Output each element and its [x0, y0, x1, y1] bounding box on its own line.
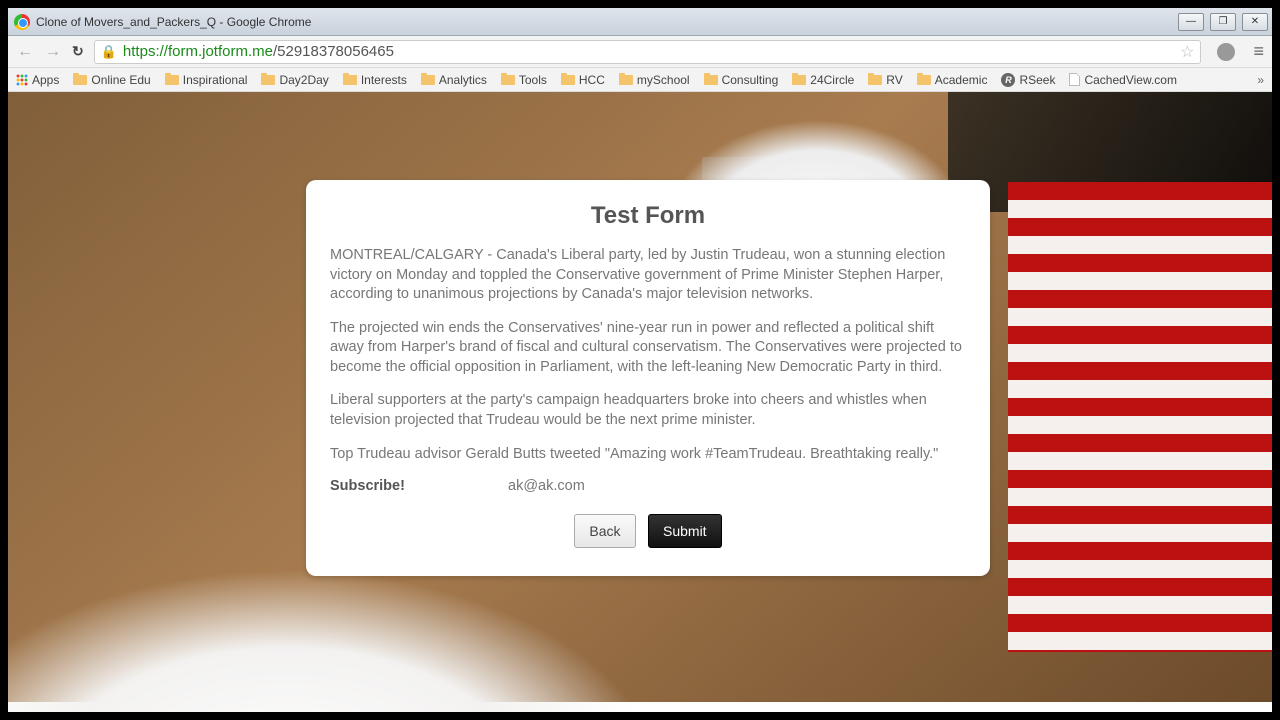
- folder-icon: [165, 75, 179, 85]
- bookmark-24circle[interactable]: 24Circle: [792, 73, 854, 87]
- extension-icon[interactable]: [1217, 43, 1235, 61]
- window-title-bar: Clone of Movers_and_Packers_Q - Google C…: [8, 8, 1272, 36]
- nav-bar: ← → ↻ 🔒 https ://form.jotform.me /529183…: [8, 36, 1272, 68]
- page-icon: [1069, 73, 1080, 86]
- bookmark-hcc[interactable]: HCC: [561, 73, 605, 87]
- bookmark-online-edu[interactable]: Online Edu: [73, 73, 150, 87]
- bookmark-rv[interactable]: RV: [868, 73, 902, 87]
- folder-icon: [261, 75, 275, 85]
- bookmark-consulting[interactable]: Consulting: [704, 73, 779, 87]
- apps-button[interactable]: Apps: [16, 73, 59, 87]
- window-minimize-button[interactable]: —: [1178, 13, 1204, 31]
- form-paragraph-1: MONTREAL/CALGARY - Canada's Liberal part…: [330, 246, 966, 305]
- bookmark-rseek[interactable]: RRSeek: [1001, 73, 1055, 87]
- nav-forward-button[interactable]: →: [44, 43, 62, 61]
- bookmark-inspirational[interactable]: Inspirational: [165, 73, 248, 87]
- page-viewport: Test Form MONTREAL/CALGARY - Canada's Li…: [8, 92, 1272, 712]
- nav-reload-button[interactable]: ↻: [72, 43, 84, 60]
- folder-icon: [917, 75, 931, 85]
- url-host: ://form.jotform.me: [155, 43, 273, 60]
- subscribe-value: ak@ak.com: [508, 478, 585, 494]
- window-close-button[interactable]: ✕: [1242, 13, 1268, 31]
- form-title: Test Form: [330, 202, 966, 230]
- back-button[interactable]: Back: [574, 514, 635, 548]
- folder-icon: [704, 75, 718, 85]
- chrome-menu-icon[interactable]: ≡: [1253, 41, 1264, 62]
- folder-icon: [619, 75, 633, 85]
- lock-icon: 🔒: [101, 44, 117, 60]
- folder-icon: [501, 75, 515, 85]
- form-paragraph-2: The projected win ends the Conservatives…: [330, 319, 966, 378]
- chrome-logo-icon: [14, 14, 30, 30]
- folder-icon: [421, 75, 435, 85]
- bookmark-academic[interactable]: Academic: [917, 73, 988, 87]
- bookmarks-overflow[interactable]: »: [1257, 73, 1264, 87]
- bookmark-cachedview[interactable]: CachedView.com: [1069, 73, 1177, 87]
- bookmark-interests[interactable]: Interests: [343, 73, 407, 87]
- submit-button[interactable]: Submit: [648, 514, 722, 548]
- folder-icon: [73, 75, 87, 85]
- subscribe-row: Subscribe! ak@ak.com: [330, 478, 966, 494]
- bookmark-tools[interactable]: Tools: [501, 73, 547, 87]
- apps-grid-icon: [16, 74, 28, 86]
- bookmark-analytics[interactable]: Analytics: [421, 73, 487, 87]
- url-scheme: https: [123, 43, 156, 60]
- address-bar[interactable]: 🔒 https ://form.jotform.me /529183780564…: [94, 40, 1202, 64]
- bookmark-myschool[interactable]: mySchool: [619, 73, 690, 87]
- apps-label: Apps: [32, 73, 59, 87]
- form-paragraph-3: Liberal supporters at the party's campai…: [330, 391, 966, 430]
- form-paragraph-4: Top Trudeau advisor Gerald Butts tweeted…: [330, 445, 966, 465]
- folder-icon: [792, 75, 806, 85]
- chrome-window: Clone of Movers_and_Packers_Q - Google C…: [8, 8, 1272, 712]
- folder-icon: [343, 75, 357, 85]
- button-row: Back Submit: [330, 514, 966, 548]
- bookmarks-bar: Apps Online Edu Inspirational Day2Day In…: [8, 68, 1272, 92]
- window-maximize-button[interactable]: ❐: [1210, 13, 1236, 31]
- bookmark-star-icon[interactable]: ☆: [1180, 42, 1194, 62]
- subscribe-label: Subscribe!: [330, 478, 508, 494]
- url-path: /52918378056465: [273, 43, 394, 60]
- nav-back-button[interactable]: ←: [16, 43, 34, 61]
- folder-icon: [868, 75, 882, 85]
- folder-icon: [561, 75, 575, 85]
- window-title: Clone of Movers_and_Packers_Q - Google C…: [36, 15, 311, 29]
- form-card: Test Form MONTREAL/CALGARY - Canada's Li…: [306, 180, 990, 576]
- bookmark-day2day[interactable]: Day2Day: [261, 73, 328, 87]
- rseek-icon: R: [1001, 73, 1015, 87]
